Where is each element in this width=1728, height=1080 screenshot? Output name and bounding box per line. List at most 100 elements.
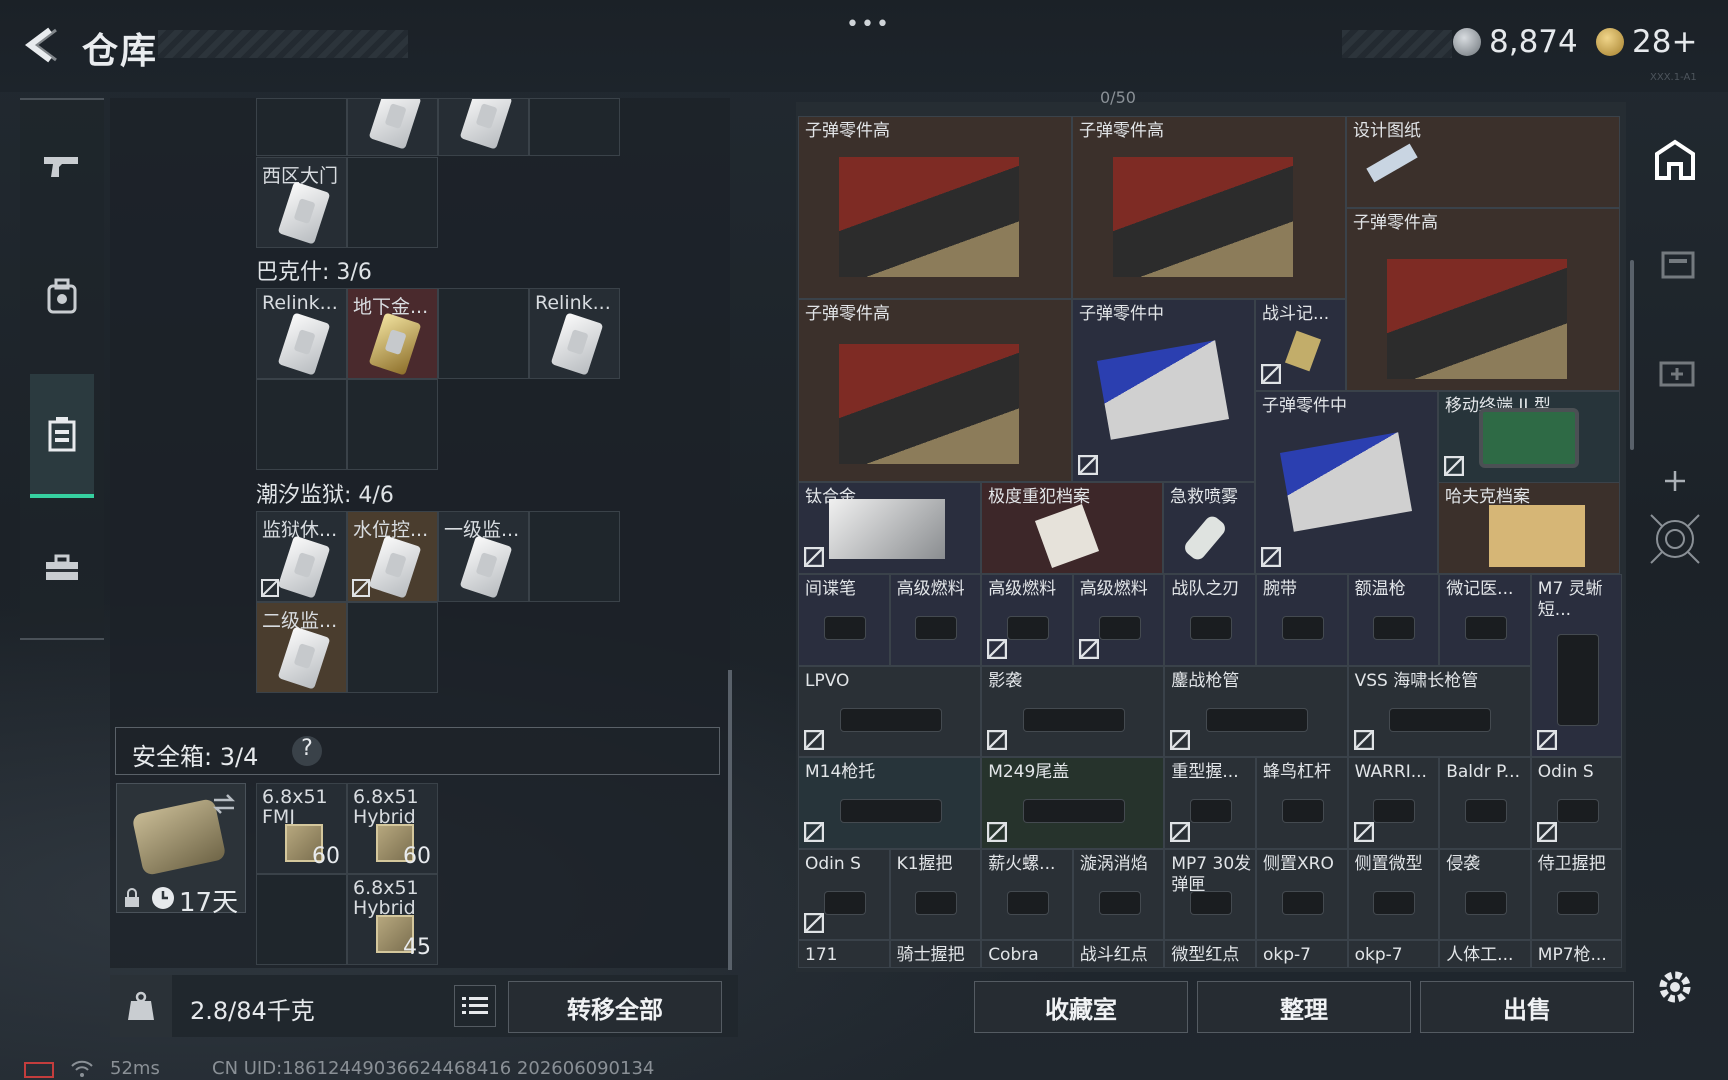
inventory-item[interactable]: WARRI...: [1347, 757, 1440, 849]
inventory-item[interactable]: 移动终端 II 型: [1438, 391, 1620, 483]
inventory-item[interactable]: 地下金...: [347, 288, 438, 379]
sort-button[interactable]: 整理: [1197, 981, 1411, 1033]
more-menu-icon[interactable]: •••: [846, 12, 891, 37]
grid-cell[interactable]: [256, 98, 347, 156]
fuel-can-icon: [916, 617, 957, 639]
add-storage-button[interactable]: [1648, 454, 1702, 508]
swap-arrows-icon[interactable]: [211, 792, 237, 816]
inventory-item[interactable]: M14枪托: [798, 757, 982, 849]
inventory-item[interactable]: Relink...: [529, 288, 620, 379]
help-icon[interactable]: ?: [292, 736, 322, 766]
rail-tools-button[interactable]: [30, 536, 94, 600]
inventory-item[interactable]: okp-7: [1347, 940, 1440, 968]
inventory-item[interactable]: 子弹零件高: [798, 116, 1072, 299]
back-arrow-icon[interactable]: [22, 26, 62, 64]
tier4-medkit-button[interactable]: [1648, 346, 1702, 400]
inventory-item[interactable]: [347, 98, 438, 156]
inventory-item[interactable]: 侧置微型: [1347, 848, 1440, 941]
inventory-item[interactable]: 子弹零件高: [1072, 116, 1346, 299]
collection-room-tab-button[interactable]: 收藏室: [974, 981, 1188, 1033]
inventory-item[interactable]: 战斗红点: [1072, 940, 1165, 968]
grid-cell[interactable]: [347, 379, 438, 470]
grid-cell[interactable]: [256, 874, 347, 965]
inventory-item[interactable]: K1握把: [889, 848, 982, 941]
inventory-item[interactable]: 重型握...: [1164, 757, 1256, 849]
right-scrollbar[interactable]: [1630, 260, 1634, 450]
inventory-item[interactable]: 钛合金: [798, 482, 981, 574]
grid-cell[interactable]: [347, 602, 438, 693]
inventory-item[interactable]: 战队之刃: [1164, 574, 1256, 666]
inventory-item[interactable]: [438, 98, 529, 156]
inventory-item[interactable]: 171: [798, 940, 890, 968]
inventory-item[interactable]: 极度重犯档案: [981, 482, 1163, 574]
inventory-item[interactable]: 鏖战枪管: [1164, 665, 1348, 758]
inventory-item[interactable]: 监狱休...: [256, 511, 347, 602]
inventory-item[interactable]: 急救喷雾: [1163, 482, 1255, 574]
settings-button[interactable]: [1648, 960, 1702, 1014]
inventory-item[interactable]: MP7枪...: [1530, 940, 1623, 968]
inventory-item[interactable]: M7 灵蜥短...: [1530, 574, 1623, 758]
scan-target-button[interactable]: [1642, 506, 1708, 572]
sell-button[interactable]: 出售: [1420, 981, 1634, 1033]
tier4-rack-button[interactable]: [1648, 236, 1702, 290]
tidal-prison-grid: 监狱休... 水位控... 一级监... 二级监...: [256, 511, 620, 693]
inventory-item[interactable]: 西区大门: [256, 157, 347, 248]
transfer-all-button[interactable]: 转移全部: [508, 981, 722, 1033]
inventory-item[interactable]: 微型红点: [1164, 940, 1256, 968]
rail-storage-button[interactable]: [30, 374, 94, 498]
inventory-item[interactable]: Relink...: [256, 288, 347, 379]
inventory-item[interactable]: 子弹零件高: [1346, 208, 1620, 391]
inventory-item[interactable]: Odin S: [1530, 757, 1623, 849]
inventory-item[interactable]: 人体工...: [1439, 940, 1531, 968]
inventory-item[interactable]: 6.8x51 Hybrid 60: [347, 783, 438, 874]
inventory-item[interactable]: 子弹零件中: [1072, 299, 1255, 482]
inventory-item[interactable]: 高级燃料: [1072, 574, 1165, 666]
inventory-item[interactable]: 额温枪: [1347, 574, 1440, 666]
inventory-item[interactable]: 哈夫克档案: [1438, 482, 1620, 574]
inventory-item[interactable]: okp-7: [1256, 940, 1348, 968]
inventory-item[interactable]: 6.8x51 FMJ 60: [256, 783, 347, 874]
list-view-button[interactable]: [454, 985, 496, 1027]
grid-cell[interactable]: [529, 511, 620, 602]
inventory-item[interactable]: Odin S: [798, 848, 890, 941]
wristband-icon: [1282, 617, 1323, 639]
inventory-item[interactable]: 水位控...: [347, 511, 438, 602]
rail-gear-button[interactable]: [30, 264, 94, 328]
inventory-item[interactable]: 侵袭: [1439, 848, 1531, 941]
grid-cell[interactable]: [347, 157, 438, 248]
inventory-item[interactable]: LPVO: [798, 665, 982, 758]
inventory-item[interactable]: Baldr P...: [1439, 757, 1531, 849]
bakesh-grid: Relink... 地下金... Relink...: [256, 288, 620, 470]
inventory-item[interactable]: 侧置XRO: [1256, 848, 1348, 941]
weight-readout: 2.8/84千克: [190, 997, 315, 1025]
inventory-item[interactable]: 蜂鸟杠杆: [1256, 757, 1348, 849]
inventory-item[interactable]: 战斗记...: [1255, 299, 1346, 391]
grid-cell[interactable]: [529, 98, 620, 156]
inventory-item[interactable]: 影袭: [981, 665, 1165, 758]
safe-box-container[interactable]: 17天: [116, 783, 246, 918]
inventory-item[interactable]: 子弹零件高: [798, 299, 1072, 482]
rail-weapons-button[interactable]: [30, 134, 94, 198]
inventory-item[interactable]: 间谍笔: [798, 574, 890, 666]
inventory-item[interactable]: 侍卫握把: [1530, 848, 1623, 941]
inventory-item[interactable]: 高级燃料: [981, 574, 1073, 666]
inventory-item[interactable]: M249尾盖: [981, 757, 1165, 849]
inventory-item[interactable]: MP7 30发弹匣: [1164, 848, 1256, 941]
inventory-item[interactable]: 子弹零件中: [1255, 391, 1438, 574]
inventory-item[interactable]: 骑士握把: [889, 940, 982, 968]
inventory-item[interactable]: 6.8x51 Hybrid 45: [347, 874, 438, 965]
left-scrollbar[interactable]: [728, 670, 732, 970]
inventory-item[interactable]: 微记医...: [1439, 574, 1531, 666]
inventory-item[interactable]: 二级监...: [256, 602, 347, 693]
inventory-item[interactable]: 设计图纸: [1346, 116, 1620, 208]
grid-cell[interactable]: [438, 288, 529, 379]
collection-room-button[interactable]: [1648, 132, 1702, 186]
inventory-item[interactable]: 薪火螺...: [981, 848, 1073, 941]
inventory-item[interactable]: 腕带: [1256, 574, 1348, 666]
inventory-item[interactable]: VSS 海啸长枪管: [1347, 665, 1531, 758]
grid-cell[interactable]: [256, 379, 347, 470]
inventory-item[interactable]: 漩涡消焰: [1072, 848, 1165, 941]
inventory-item[interactable]: Cobra: [981, 940, 1073, 968]
inventory-item[interactable]: 一级监...: [438, 511, 529, 602]
inventory-item[interactable]: 高级燃料: [889, 574, 982, 666]
